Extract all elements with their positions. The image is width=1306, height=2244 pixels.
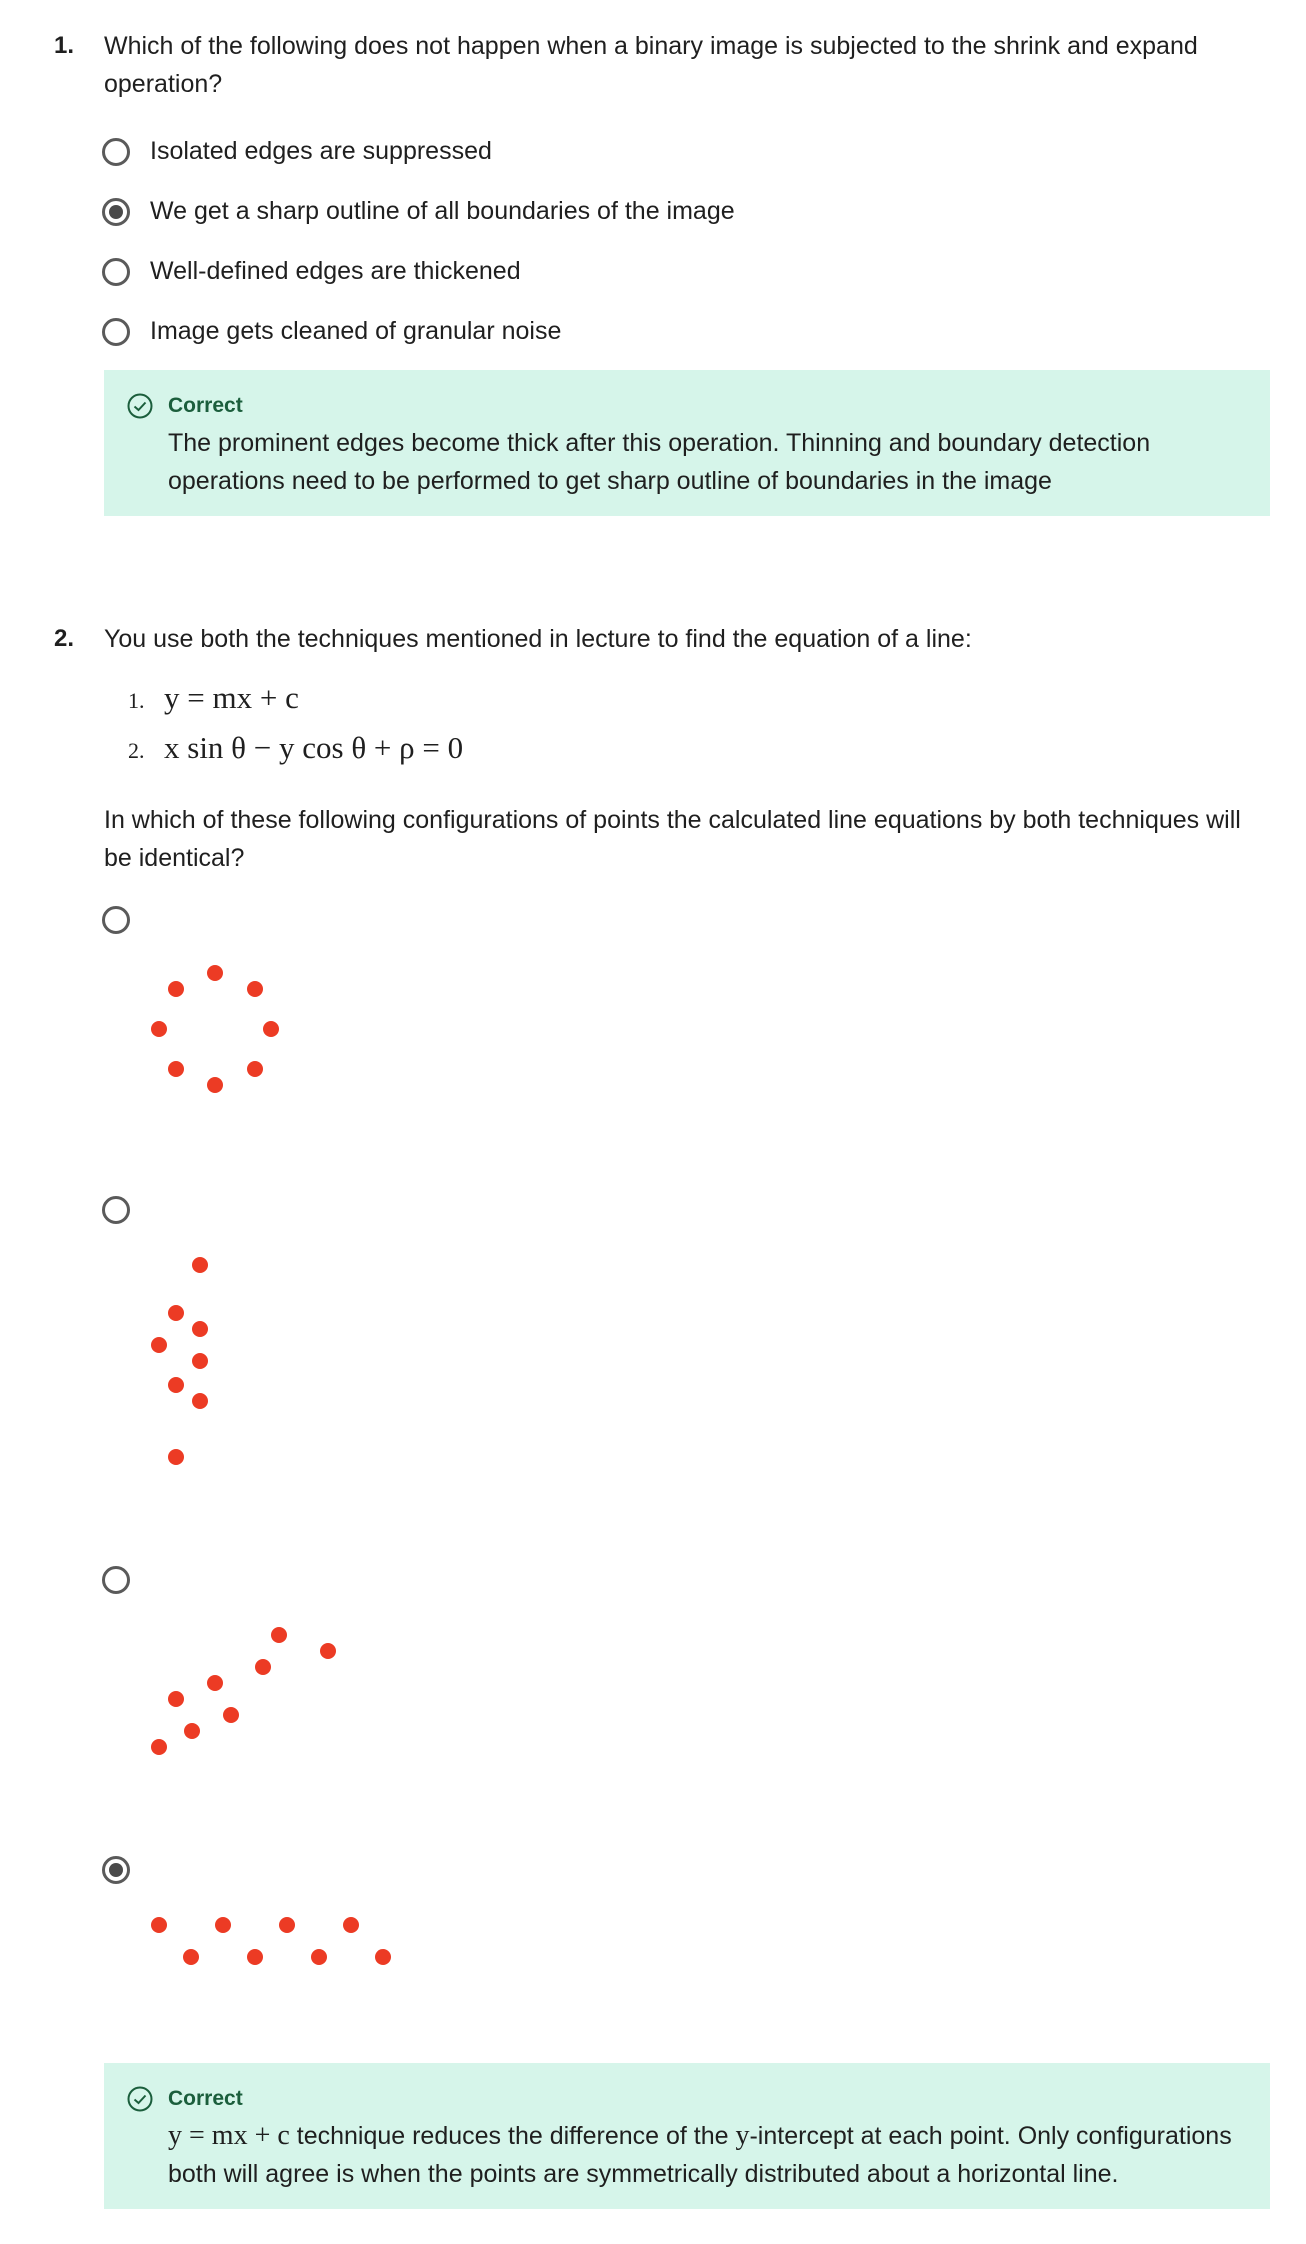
- point: [192, 1393, 208, 1409]
- point: [151, 1739, 167, 1755]
- equation-item: 2. x sin θ − y cos θ + ρ = 0: [128, 730, 463, 780]
- point: [168, 1449, 184, 1465]
- radio-button[interactable]: [102, 1196, 130, 1224]
- points-diagonal: [151, 1627, 336, 1755]
- feedback-correct: Correct The prominent edges become thick…: [104, 370, 1270, 516]
- option-label: We get a sharp outline of all boundaries…: [150, 197, 735, 225]
- point: [343, 1917, 359, 1933]
- option-label: Isolated edges are suppressed: [150, 137, 492, 165]
- check-circle-icon: [127, 393, 153, 419]
- point: [207, 1077, 223, 1093]
- radio-button-selected[interactable]: [102, 197, 130, 226]
- point: [207, 1675, 223, 1691]
- radio-button[interactable]: [102, 1566, 130, 1594]
- points-circle: [151, 965, 279, 1093]
- check-circle-icon: [127, 2086, 153, 2112]
- question-text: In which of these following configuratio…: [104, 806, 1241, 872]
- feedback-title: Correct: [168, 2087, 243, 2110]
- feedback-body: y = mx + c technique reduces the differe…: [168, 2117, 1246, 2193]
- radio-button[interactable]: [102, 906, 130, 934]
- radio-button[interactable]: [102, 137, 130, 166]
- feedback-title: Correct: [168, 394, 243, 417]
- point: [192, 1257, 208, 1273]
- equation-item: 1. y = mx + c: [128, 680, 463, 730]
- point: [247, 981, 263, 997]
- option-isolated-edges[interactable]: Isolated edges are suppressed: [102, 137, 492, 166]
- option-edges-thickened[interactable]: Well-defined edges are thickened: [102, 257, 521, 286]
- point: [255, 1659, 271, 1675]
- point: [192, 1353, 208, 1369]
- point: [311, 1949, 327, 1965]
- point: [247, 1061, 263, 1077]
- point: [168, 1377, 184, 1393]
- option-label: Well-defined edges are thickened: [150, 257, 521, 285]
- equation-list: 1. y = mx + c 2. x sin θ − y cos θ + ρ =…: [128, 680, 463, 780]
- point: [215, 1917, 231, 1933]
- equation-slope-intercept: y = mx + c: [164, 680, 299, 715]
- option-vertical-points[interactable]: [102, 1196, 130, 1224]
- point: [168, 1061, 184, 1077]
- point: [183, 1949, 199, 1965]
- point: [271, 1627, 287, 1643]
- point: [151, 1917, 167, 1933]
- point: [247, 1949, 263, 1965]
- point: [223, 1707, 239, 1723]
- feedback-text: technique reduces the difference of the: [289, 2122, 736, 2150]
- option-diagonal-points[interactable]: [102, 1566, 130, 1594]
- point: [168, 1305, 184, 1321]
- point: [151, 1021, 167, 1037]
- point: [375, 1949, 391, 1965]
- point: [192, 1321, 208, 1337]
- question-prompt: Which of the following does not happen w…: [104, 32, 1198, 98]
- feedback-variable: y: [735, 2120, 750, 2151]
- option-zigzag-points[interactable]: [102, 1856, 130, 1884]
- option-sharp-outline[interactable]: We get a sharp outline of all boundaries…: [102, 197, 735, 226]
- radio-button-selected[interactable]: [102, 1856, 130, 1884]
- option-circle-points[interactable]: [102, 906, 130, 934]
- radio-button[interactable]: [102, 257, 130, 286]
- option-granular-noise[interactable]: Image gets cleaned of granular noise: [102, 317, 561, 346]
- radio-button[interactable]: [102, 317, 130, 346]
- feedback-equation: y = mx + c: [168, 2120, 290, 2151]
- equation-number: 1.: [128, 688, 145, 713]
- feedback-correct: Correct y = mx + c technique reduces the…: [104, 2063, 1270, 2209]
- point: [279, 1917, 295, 1933]
- equation-number: 2.: [128, 738, 145, 763]
- point: [168, 981, 184, 997]
- question-number: 1.: [54, 32, 75, 59]
- points-vertical-cluster: [151, 1257, 208, 1465]
- point: [207, 965, 223, 981]
- equation-polar: x sin θ − y cos θ + ρ = 0: [164, 730, 464, 765]
- question-prompt: You use both the techniques mentioned in…: [104, 625, 972, 653]
- points-zigzag: [151, 1917, 391, 1965]
- point: [320, 1643, 336, 1659]
- point: [151, 1337, 167, 1353]
- option-label: Image gets cleaned of granular noise: [150, 317, 562, 345]
- point: [168, 1691, 184, 1707]
- point: [184, 1723, 200, 1739]
- question-number: 2.: [54, 625, 75, 652]
- point: [263, 1021, 279, 1037]
- feedback-body: The prominent edges become thick after t…: [168, 429, 1151, 495]
